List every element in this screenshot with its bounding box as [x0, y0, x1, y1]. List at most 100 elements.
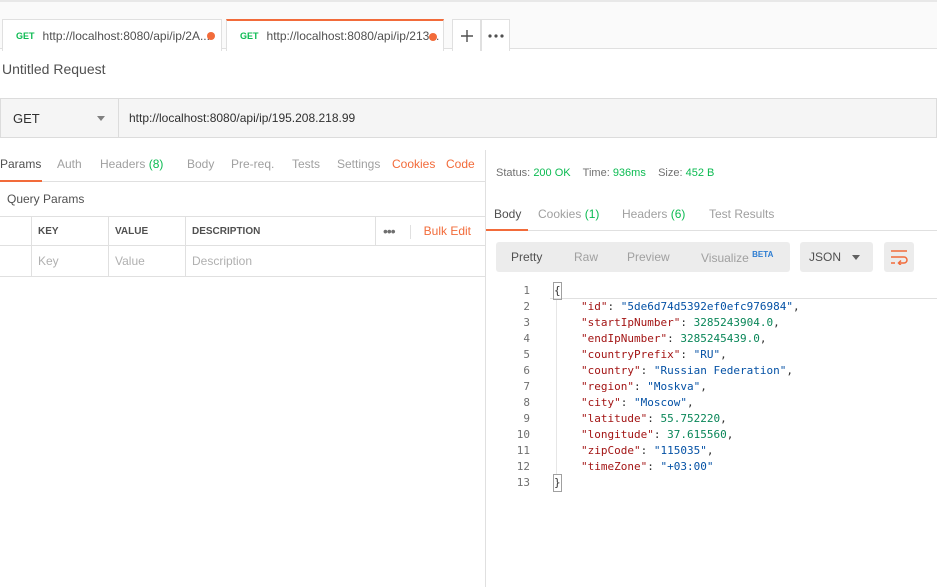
format-pretty[interactable]: Pretty — [511, 250, 542, 264]
json-colon: : — [607, 300, 621, 313]
code-line: 6 "country": "Russian Federation", — [486, 363, 937, 379]
json-property: "longitude": 37.615560, — [581, 427, 733, 443]
line-number: 12 — [516, 460, 530, 473]
json-property: "startIpNumber": 3285243904.0, — [581, 315, 780, 331]
line-number: 13 — [516, 476, 530, 489]
json-key: "timeZone" — [581, 460, 648, 473]
json-comma: , — [726, 428, 734, 441]
visualize-label: Visualize — [701, 251, 749, 265]
query-params-title: Query Params — [7, 192, 85, 206]
method-select[interactable]: GET — [1, 99, 119, 137]
format-raw[interactable]: Raw — [574, 250, 598, 264]
request-name[interactable]: Untitled Request — [2, 61, 106, 77]
bulk-edit-button[interactable]: Bulk Edit — [424, 217, 471, 245]
chevron-down-icon — [852, 255, 860, 260]
wrap-lines-button[interactable] — [884, 242, 914, 272]
format-preview[interactable]: Preview — [627, 250, 670, 264]
json-value: 3285243904.0 — [693, 316, 774, 329]
value-header: VALUE — [108, 217, 185, 245]
json-value: 55.752220 — [660, 412, 721, 425]
tab-response-body[interactable]: Body — [494, 207, 521, 221]
tab-test-results[interactable]: Test Results — [709, 207, 774, 221]
method-value: GET — [13, 110, 40, 126]
json-comma: , — [786, 364, 793, 377]
json-key: "countryPrefix" — [581, 348, 681, 361]
tab-resp-headers-label: Headers — [622, 207, 668, 221]
url-input[interactable]: http://localhost:8080/api/ip/195.208.218… — [129, 99, 355, 137]
json-colon: : — [640, 444, 654, 457]
json-colon: : — [647, 460, 661, 473]
json-colon: : — [667, 332, 681, 345]
tab-response-cookies[interactable]: Cookies (1) — [538, 207, 599, 221]
url-bar: GET http://localhost:8080/api/ip/195.208… — [0, 98, 937, 138]
status-value[interactable]: 200 OK — [533, 167, 570, 179]
tab-headers-label: Headers — [100, 157, 146, 171]
line-number: 4 — [523, 332, 530, 345]
plus-icon — [460, 29, 473, 42]
description-input[interactable]: Description — [185, 246, 485, 276]
code-line: 1{ — [486, 282, 937, 300]
json-key: "latitude" — [581, 412, 648, 425]
code-line: 11 "zipCode": "115035", — [486, 443, 937, 459]
unsaved-dot-icon — [429, 33, 437, 41]
headers-count: (8) — [148, 157, 164, 171]
line-number: 9 — [523, 412, 530, 425]
key-input[interactable]: Key — [31, 246, 108, 276]
format-visualize[interactable]: Visualize BETA — [701, 250, 773, 265]
tab-tests[interactable]: Tests — [292, 157, 320, 171]
resp-headers-count: (6) — [670, 207, 686, 221]
request-tab-1[interactable]: GET http://localhost:8080/api/ip/2A... — [2, 19, 222, 51]
code-line: 10 "longitude": 37.615560, — [486, 427, 937, 443]
json-value: "+03:00" — [660, 460, 714, 473]
json-key: "country" — [581, 364, 641, 377]
json-comma: , — [759, 332, 767, 345]
json-comma: , — [706, 444, 714, 457]
tab-response-headers[interactable]: Headers (6) — [622, 207, 685, 221]
json-key: "id" — [581, 300, 608, 313]
json-key: "endIpNumber" — [581, 332, 668, 345]
tab-options-button[interactable] — [481, 19, 510, 51]
line-number: 11 — [516, 444, 530, 457]
json-key: "zipCode" — [581, 444, 641, 457]
json-value: "Moscow" — [634, 396, 687, 409]
cookies-link[interactable]: Cookies — [392, 157, 435, 171]
code-line: 3 "startIpNumber": 3285243904.0, — [486, 315, 937, 331]
wrap-lines-icon — [891, 250, 908, 265]
json-colon: : — [647, 412, 661, 425]
line-number: 6 — [523, 364, 530, 377]
tab-prerequest[interactable]: Pre-req. — [231, 157, 274, 171]
tab-headers[interactable]: Headers (8) — [100, 157, 163, 171]
json-comma: , — [720, 348, 727, 361]
format-type-select[interactable]: JSON — [800, 242, 873, 272]
json-value: 3285245439.0 — [680, 332, 760, 345]
code-link[interactable]: Code — [446, 157, 475, 171]
line-number: 5 — [523, 348, 530, 361]
tab-auth[interactable]: Auth — [57, 157, 82, 171]
size-value[interactable]: 452 B — [686, 167, 715, 179]
code-line: 8 "city": "Moscow", — [486, 395, 937, 411]
line-number: 3 — [523, 316, 530, 329]
request-tab-2[interactable]: GET http://localhost:8080/api/ip/213... — [226, 19, 444, 51]
more-horizontal-icon[interactable]: ••• — [383, 217, 396, 245]
line-number: 2 — [523, 300, 530, 313]
line-number: 10 — [516, 428, 530, 441]
description-header: DESCRIPTION — [185, 217, 375, 245]
new-tab-button[interactable] — [452, 19, 481, 51]
tab-params[interactable]: Params — [0, 157, 41, 171]
status-label: Status: — [496, 167, 531, 179]
json-property: "latitude": 55.752220, — [581, 411, 727, 427]
response-meta: Status: 200 OK Time: 936ms Size: 452 B — [496, 167, 714, 179]
json-value: 37.615560 — [667, 428, 727, 441]
tab-settings[interactable]: Settings — [337, 157, 380, 171]
time-value[interactable]: 936ms — [613, 167, 646, 179]
json-value: "115035" — [653, 444, 707, 457]
code-line: 4 "endIpNumber": 3285245439.0, — [486, 331, 937, 347]
json-property: "zipCode": "115035", — [581, 443, 713, 459]
code-line: 2 "id": "5de6d74d5392ef0efc976984", — [486, 299, 937, 315]
tab-body[interactable]: Body — [187, 157, 214, 171]
value-input[interactable]: Value — [108, 246, 185, 276]
json-property: "id": "5de6d74d5392ef0efc976984", — [581, 299, 800, 315]
json-comma: , — [720, 412, 727, 425]
format-bar: Pretty Raw Preview Visualize BETA — [496, 242, 790, 272]
code-line: 7 "region": "Moskva", — [486, 379, 937, 395]
